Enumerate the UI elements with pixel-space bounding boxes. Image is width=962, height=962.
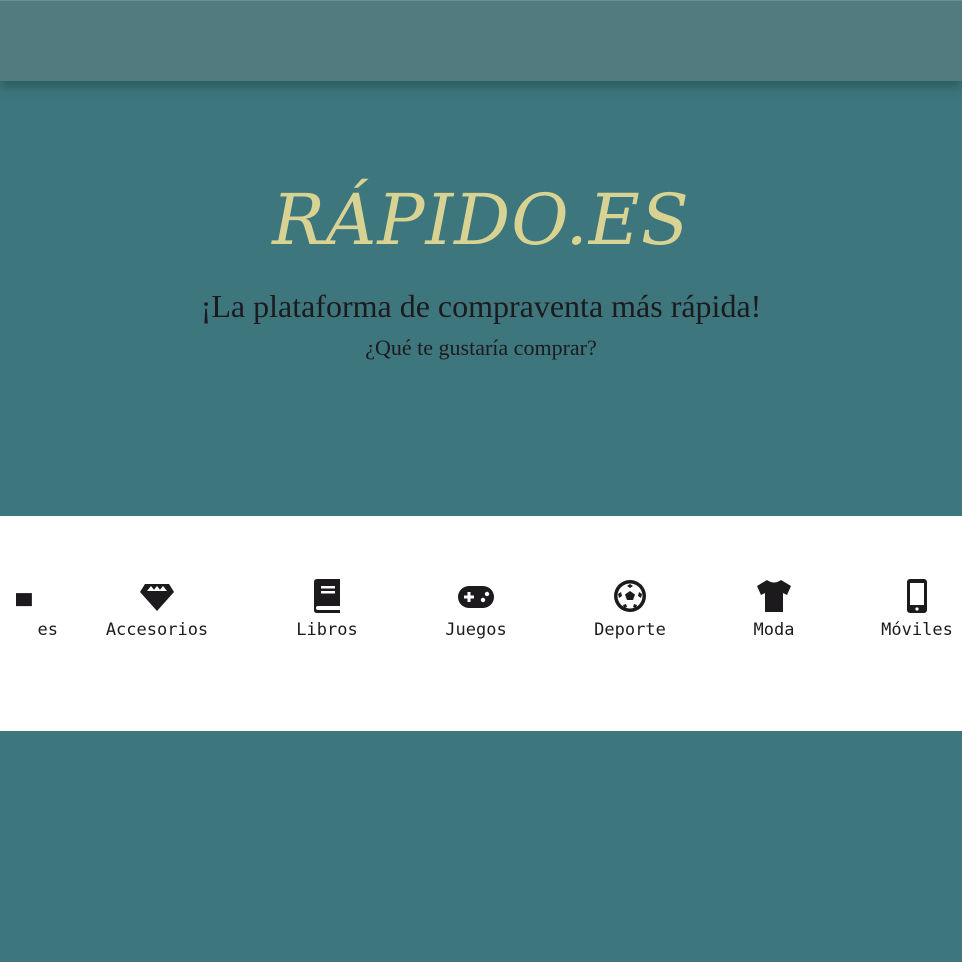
category-label: Juegos [445,620,507,640]
home-icon [16,593,32,607]
shopping-question: ¿Qué te gustaría comprar? [365,335,597,360]
tagline: ¡La plataforma de compraventa más rápida… [200,288,762,324]
page: RÁPIDO.ES ¡La plataforma de compraventa … [0,0,962,962]
category-label: Accesorios [105,620,209,640]
category-bar: es Accesorios Libros Juegos Deporte Moda… [0,516,962,731]
gamepad-icon [458,586,494,608]
hero-section: RÁPIDO.ES ¡La plataforma de compraventa … [0,80,962,516]
category-partial[interactable]: es [0,578,58,640]
category-libros[interactable]: Libros [262,578,392,640]
tshirt-icon [757,580,791,612]
category-accesorios[interactable]: Accesorios [92,578,222,640]
category-label: Deporte [594,620,666,640]
soccer-ball-icon [614,580,646,612]
brand-title[interactable]: RÁPIDO.ES [0,185,962,255]
category-label: Móviles [881,620,953,640]
mobile-phone-icon [907,579,927,613]
category-deporte[interactable]: Deporte [565,578,695,640]
category-moda[interactable]: Moda [709,578,839,640]
diamond-icon [140,584,174,611]
book-icon [314,579,340,613]
category-moviles[interactable]: Móviles [852,578,962,640]
top-navigation-bar [0,0,962,81]
category-juegos[interactable]: Juegos [411,578,541,640]
category-label: es [37,620,58,640]
lower-section [0,731,962,962]
category-label: Libros [296,620,358,640]
category-label: Moda [753,620,795,640]
